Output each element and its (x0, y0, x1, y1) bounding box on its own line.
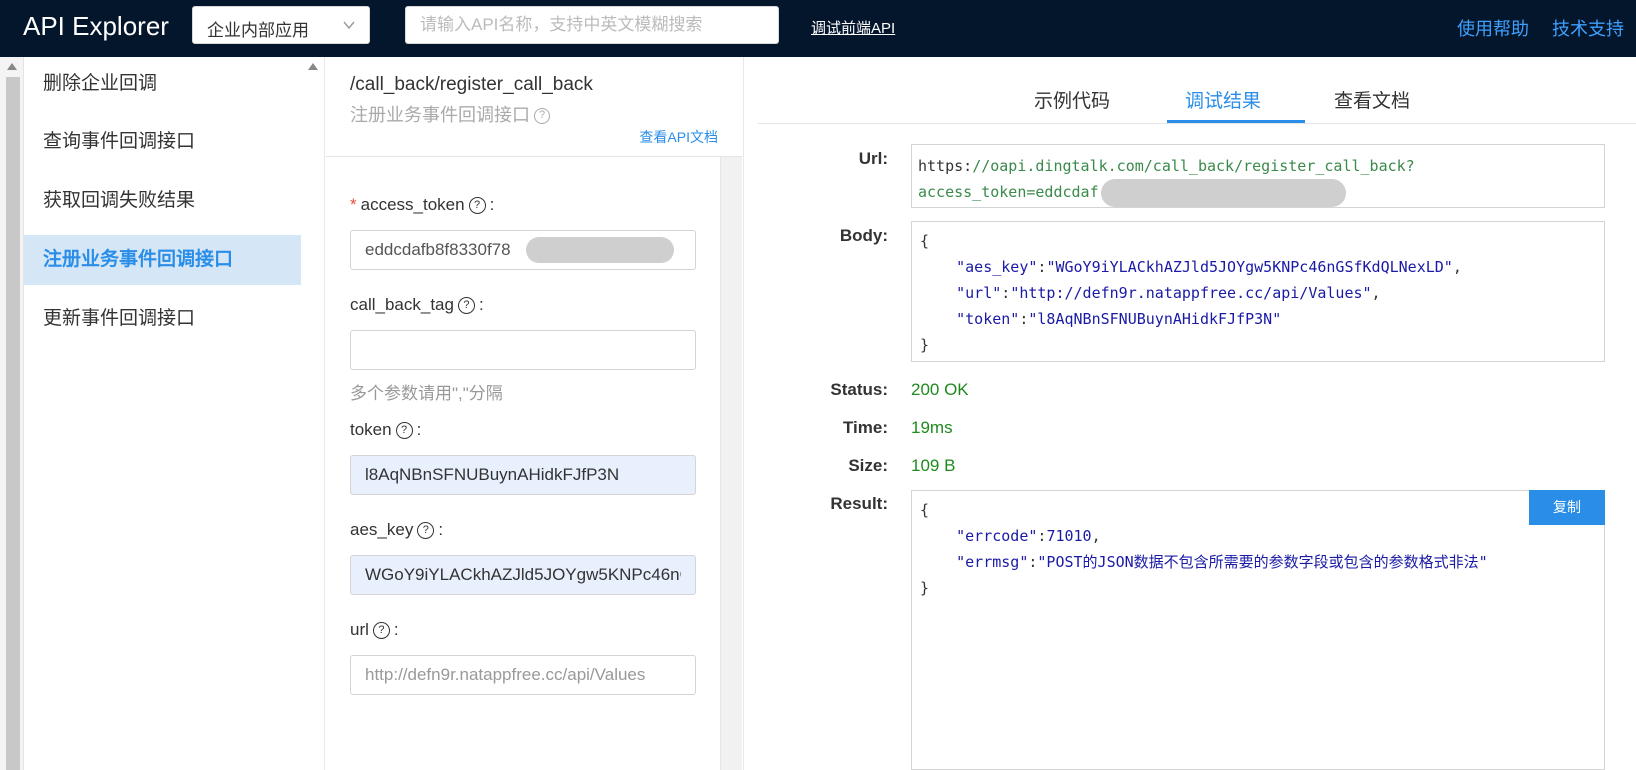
sidebar-item-register-callback[interactable]: 注册业务事件回调接口 (24, 235, 301, 285)
tab-sample-code[interactable]: 示例代码 (1034, 86, 1110, 113)
sidebar-item-delete-callback[interactable]: 删除企业回调 (24, 59, 301, 109)
label-colon: : (438, 520, 444, 539)
size-label: Size: (848, 456, 888, 475)
url-label-text: url (350, 620, 369, 639)
chevron-down-icon (343, 21, 355, 30)
api-path-title: /call_back/register_call_back (350, 74, 593, 95)
help-circle-icon[interactable]: ? (372, 622, 390, 640)
result-label: Result: (830, 494, 888, 513)
label-colon: : (416, 420, 422, 439)
top-bar: API Explorer 企业内部应用 调试前端API 使用帮助 技术支持 (0, 0, 1636, 57)
call-back-tag-hint: 多个参数请用","分隔 (350, 384, 503, 403)
request-form-panel: /call_back/register_call_back 注册业务事件回调接口… (326, 57, 742, 770)
tab-view-docs[interactable]: 查看文档 (1334, 86, 1410, 113)
token-label-text: token (350, 420, 392, 439)
help-circle-icon[interactable]: ? (395, 422, 413, 440)
label-colon: : (393, 620, 399, 639)
token-label: token?: (350, 420, 421, 440)
call-back-tag-label-text: call_back_tag (350, 295, 454, 314)
api-search-input[interactable] (405, 6, 779, 44)
redaction-mark (1101, 179, 1346, 207)
form-scrollbar[interactable] (720, 157, 742, 770)
url-line-1: https://oapi.dingtalk.com/call_back/regi… (918, 157, 1415, 175)
token-input[interactable] (350, 455, 696, 495)
url-input[interactable] (350, 655, 696, 695)
api-description: 注册业务事件回调接口? (350, 101, 550, 127)
help-circle-icon[interactable]: ? (457, 297, 475, 315)
help-circle-icon[interactable]: ? (534, 108, 550, 125)
app-type-value: 企业内部应用 (207, 21, 309, 40)
aes-key-label-text: aes_key (350, 520, 414, 539)
tab-debug-result[interactable]: 调试结果 (1185, 86, 1261, 113)
status-value: 200 OK (911, 380, 969, 399)
response-result-box: { "errcode":71010, "errmsg":"POST的JSON数据… (911, 490, 1605, 770)
access-token-label: * access_token?: (350, 195, 494, 215)
result-panel: 示例代码 调试结果 查看文档 Url: https://oapi.dingtal… (743, 57, 1636, 770)
tech-support-link[interactable]: 技术支持 (1552, 15, 1624, 41)
time-value: 19ms (911, 418, 953, 437)
debug-frontend-api-link[interactable]: 调试前端API (811, 17, 895, 38)
sidebar-scrollbar[interactable] (301, 57, 325, 770)
required-mark: * (350, 195, 357, 214)
call-back-tag-input[interactable] (350, 330, 696, 370)
size-value: 109 B (911, 456, 956, 475)
help-link[interactable]: 使用帮助 (1457, 15, 1529, 41)
scroll-up-arrow-icon[interactable] (7, 63, 17, 70)
api-sidebar: 删除企业回调 查询事件回调接口 获取回调失败结果 注册业务事件回调接口 更新事件… (24, 57, 301, 770)
request-body-box: { "aes_key":"WGoY9iYLACkhAZJld5JOYgw5KNP… (911, 221, 1605, 362)
divider (758, 123, 1636, 124)
scrollbar-thumb[interactable] (6, 77, 20, 770)
app-type-select[interactable]: 企业内部应用 (192, 6, 370, 44)
redaction-mark (526, 237, 674, 263)
status-label: Status: (830, 380, 888, 399)
help-circle-icon[interactable]: ? (468, 197, 486, 215)
sidebar-outer-scrollbar[interactable] (0, 57, 24, 770)
brand-title: API Explorer (23, 11, 169, 41)
copy-button[interactable]: 复制 (1529, 490, 1605, 525)
time-label: Time: (842, 418, 888, 437)
help-circle-icon[interactable]: ? (417, 522, 435, 540)
aes-key-label: aes_key?: (350, 520, 443, 540)
sidebar-item-get-failed-result[interactable]: 获取回调失败结果 (24, 176, 301, 226)
access-token-label-text: access_token (360, 195, 465, 214)
view-api-doc-link[interactable]: 查看API文档 (639, 127, 718, 147)
label-colon: : (489, 195, 495, 214)
sidebar-item-update-callback[interactable]: 更新事件回调接口 (24, 294, 301, 344)
api-description-text: 注册业务事件回调接口 (350, 105, 530, 125)
sidebar-item-query-callback[interactable]: 查询事件回调接口 (24, 117, 301, 167)
divider (326, 156, 742, 157)
call-back-tag-label: call_back_tag?: (350, 295, 484, 315)
scroll-up-arrow-icon[interactable] (308, 63, 318, 70)
aes-key-input[interactable] (350, 555, 696, 595)
url-label: url?: (350, 620, 399, 640)
body-label: Body: (839, 226, 888, 245)
label-colon: : (478, 295, 484, 314)
url-result-label: Url: (858, 149, 888, 168)
